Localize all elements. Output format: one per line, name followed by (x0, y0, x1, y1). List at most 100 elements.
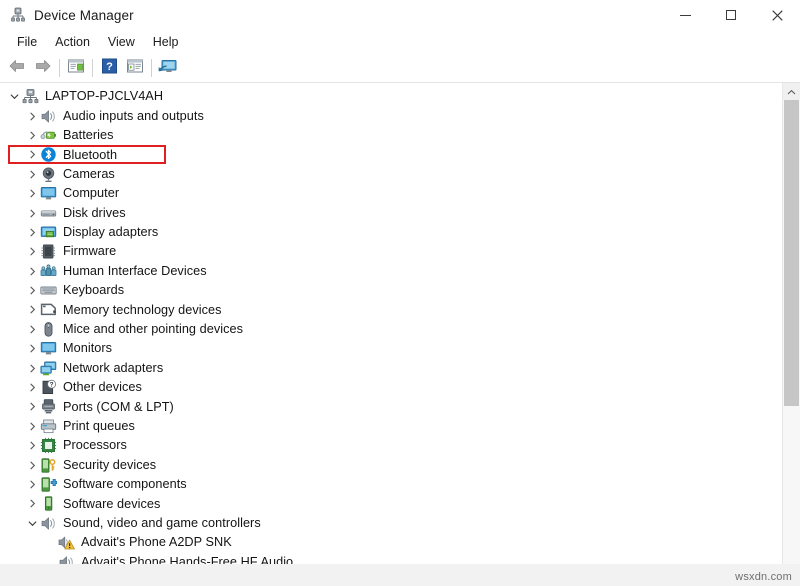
disk-drive-icon (40, 205, 57, 222)
toolbar: ? (0, 54, 800, 83)
scrollbar-track[interactable] (783, 100, 800, 569)
close-icon (772, 10, 783, 21)
other-device-icon: ? (40, 379, 57, 396)
chevron-right-icon[interactable] (24, 145, 40, 164)
maximize-button[interactable] (708, 0, 754, 30)
chevron-right-icon[interactable] (24, 456, 40, 475)
bluetooth-icon (40, 146, 57, 163)
chevron-right-icon[interactable] (24, 436, 40, 455)
tree-row[interactable]: Cameras (0, 165, 782, 184)
minimize-button[interactable] (662, 0, 708, 30)
chevron-right-icon[interactable] (24, 378, 40, 397)
properties-button[interactable] (122, 56, 148, 80)
tree-row[interactable]: ? Other devices (0, 378, 782, 397)
tree-row[interactable]: Software components (0, 475, 782, 494)
tree-row[interactable]: Advait's Phone A2DP SNK (0, 533, 782, 552)
menu-item-view[interactable]: View (99, 34, 144, 51)
keyboard-icon (40, 282, 57, 299)
chevron-right-icon[interactable] (24, 107, 40, 126)
tree-row[interactable]: Computer (0, 184, 782, 203)
chevron-right-icon[interactable] (24, 320, 40, 339)
show-hide-console-tree-button[interactable] (63, 56, 89, 80)
monitor-icon (40, 340, 57, 357)
tree-row[interactable]: Processors (0, 436, 782, 455)
tree-row[interactable]: Security devices (0, 455, 782, 474)
tree-item-label: Display adapters (63, 226, 158, 239)
software-device-icon (40, 495, 57, 512)
tree-item-label: Human Interface Devices (63, 265, 207, 278)
content-area: LAPTOP-PJCLV4AHAudio inputs and outputs B… (0, 83, 800, 586)
tree-row[interactable]: Display adapters (0, 223, 782, 242)
printer-icon (40, 418, 57, 435)
port-icon (40, 398, 57, 415)
tree-row[interactable]: Mice and other pointing devices (0, 320, 782, 339)
chevron-right-icon[interactable] (24, 242, 40, 261)
tree-item-label: Other devices (63, 381, 142, 394)
tree-item-label: Monitors (63, 342, 112, 355)
tree-row[interactable]: Batteries (0, 126, 782, 145)
back-button[interactable] (4, 56, 30, 80)
tree-row[interactable]: Network adapters (0, 358, 782, 377)
security-device-icon (40, 457, 57, 474)
chevron-right-icon[interactable] (24, 126, 40, 145)
chevron-right-icon[interactable] (24, 281, 40, 300)
chevron-right-icon[interactable] (24, 262, 40, 281)
computer-node-icon (22, 88, 39, 105)
speaker-warning-icon (58, 534, 75, 551)
scan-for-hardware-changes-icon (158, 58, 178, 79)
forward-button[interactable] (30, 56, 56, 80)
chevron-right-icon[interactable] (24, 417, 40, 436)
back-arrow-icon (8, 58, 26, 79)
tree-row-root[interactable]: LAPTOP-PJCLV4AH (0, 87, 782, 106)
tree-row[interactable]: Firmware (0, 242, 782, 261)
tree-item-label: Mice and other pointing devices (63, 323, 243, 336)
tree-row[interactable]: Bluetooth (0, 145, 782, 164)
chevron-right-icon[interactable] (24, 339, 40, 358)
menu-item-action[interactable]: Action (46, 34, 99, 51)
menu-item-file[interactable]: File (8, 34, 46, 51)
tree-item-label: Computer (63, 187, 119, 200)
chevron-down-icon[interactable] (6, 87, 22, 106)
svg-text:?: ? (50, 382, 54, 389)
chevron-right-icon[interactable] (24, 397, 40, 416)
chevron-right-icon[interactable] (24, 475, 40, 494)
camera-icon (40, 166, 57, 183)
speaker-icon (40, 108, 57, 125)
chevron-down-icon[interactable] (24, 514, 40, 533)
scan-for-hardware-changes-button[interactable] (155, 56, 181, 80)
help-button[interactable]: ? (96, 56, 122, 80)
tree-row[interactable]: Monitors (0, 339, 782, 358)
tree-item-label: Memory technology devices (63, 304, 222, 317)
processor-icon (40, 437, 57, 454)
svg-text:?: ? (106, 61, 113, 73)
tree-row[interactable]: Disk drives (0, 203, 782, 222)
tree-row[interactable]: Memory technology devices (0, 300, 782, 319)
tree-row[interactable]: Audio inputs and outputs (0, 106, 782, 125)
vertical-scrollbar[interactable] (782, 83, 800, 586)
tree-row[interactable]: Ports (COM & LPT) (0, 397, 782, 416)
chevron-right-icon[interactable] (24, 184, 40, 203)
chevron-right-icon[interactable] (24, 300, 40, 319)
chevron-right-icon[interactable] (24, 204, 40, 223)
tree-item-label: Batteries (63, 129, 114, 142)
tree-row[interactable]: Print queues (0, 417, 782, 436)
scrollbar-thumb[interactable] (784, 100, 799, 406)
tree-row[interactable]: Sound, video and game controllers (0, 514, 782, 533)
tree-item-label: Firmware (63, 245, 116, 258)
tree-row[interactable]: Software devices (0, 494, 782, 513)
mouse-icon (40, 321, 57, 338)
tree-row[interactable]: Human Interface Devices (0, 262, 782, 281)
menu-item-help[interactable]: Help (144, 34, 188, 51)
chevron-right-icon[interactable] (24, 165, 40, 184)
close-button[interactable] (754, 0, 800, 30)
footer-strip (0, 564, 800, 586)
chevron-right-icon[interactable] (24, 359, 40, 378)
device-tree[interactable]: LAPTOP-PJCLV4AHAudio inputs and outputs B… (0, 83, 782, 586)
device-manager-window: Device Manager File Action View Help (0, 0, 800, 586)
scroll-up-button[interactable] (783, 83, 800, 100)
tree-row[interactable]: Keyboards (0, 281, 782, 300)
chevron-right-icon[interactable] (24, 494, 40, 513)
tree-spacer (42, 533, 58, 552)
chevron-right-icon[interactable] (24, 223, 40, 242)
display-adapter-icon (40, 224, 57, 241)
